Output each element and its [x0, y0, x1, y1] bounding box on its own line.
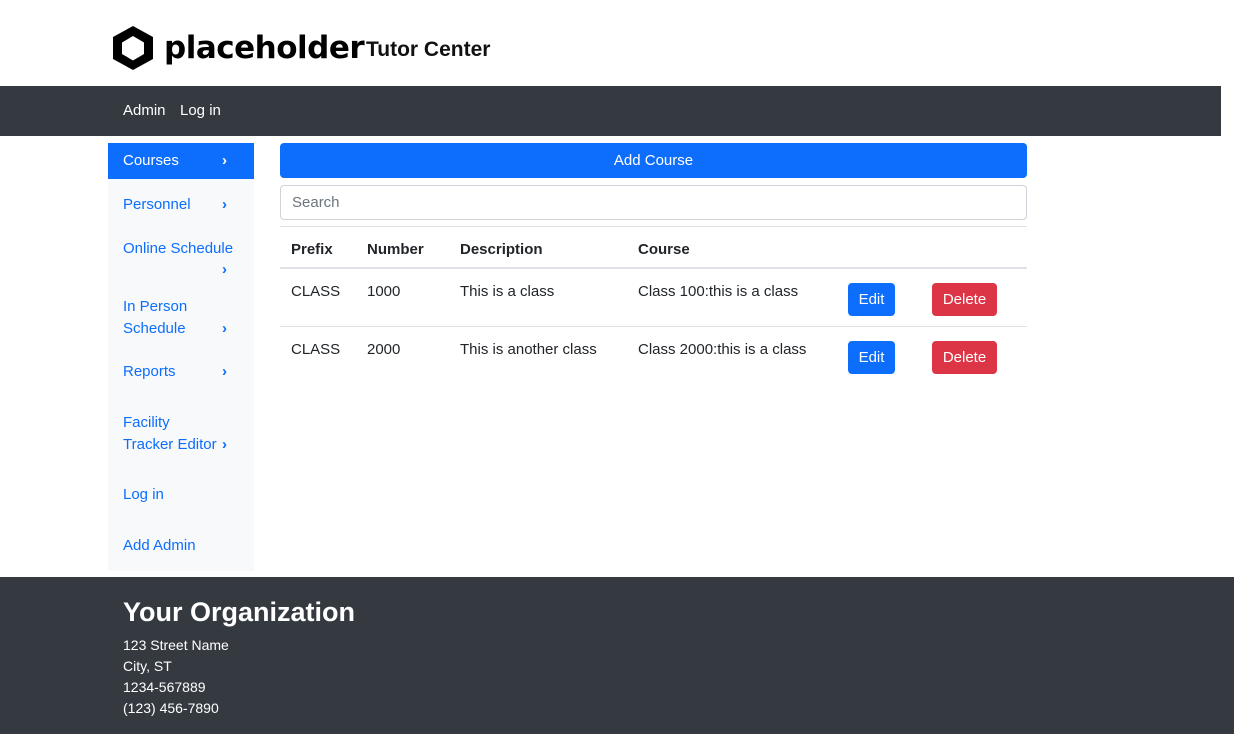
- sidebar-item-label: In Person Schedule: [123, 298, 188, 337]
- sidebar-item-add-admin[interactable]: Add Admin: [108, 535, 254, 557]
- organization-name: Your Organization: [123, 597, 356, 627]
- logo-text: placeholder: [164, 30, 365, 66]
- cell-prefix: CLASS: [291, 341, 341, 358]
- nav-link-login[interactable]: Log in: [180, 101, 221, 121]
- chevron-right-icon: ›: [222, 320, 227, 337]
- logo[interactable]: placeholder: [108, 24, 365, 72]
- column-header-number: Number: [367, 241, 424, 258]
- chevron-right-icon: ›: [222, 363, 227, 380]
- sidebar-item-in-person-schedule[interactable]: In Person Schedule ›: [108, 296, 227, 340]
- sidebar-item-label: Log in: [123, 486, 164, 503]
- sidebar-item-label: Reports: [123, 363, 176, 380]
- sidebar-item-personnel[interactable]: Personnel ›: [108, 194, 254, 216]
- sidebar-item-reports[interactable]: Reports ›: [108, 361, 254, 383]
- chevron-right-icon: ›: [222, 152, 227, 169]
- address-line-city: City, ST: [123, 658, 172, 674]
- table-row: CLASS 2000 This is another class Class 2…: [280, 326, 1027, 383]
- cell-course: Class 100:this is a class: [638, 283, 799, 300]
- top-navbar: Admin Log in: [0, 86, 1221, 136]
- cell-description: This is a class: [460, 283, 555, 300]
- sidebar-item-label: Add Admin: [123, 537, 196, 554]
- table-header-row: Prefix Number Description Course: [280, 226, 1027, 269]
- table-row: CLASS 1000 This is a class Class 100:thi…: [280, 269, 1027, 326]
- address-line-number: 1234-567889: [123, 679, 206, 695]
- cell-description: This is another class: [460, 341, 597, 358]
- nav-link-admin[interactable]: Admin: [123, 101, 166, 121]
- sidebar-item-label: Personnel: [123, 196, 191, 213]
- column-header-course: Course: [638, 241, 690, 258]
- edit-button[interactable]: Edit: [848, 341, 895, 374]
- chevron-right-icon: ›: [222, 261, 227, 278]
- sidebar-item-login[interactable]: Log in: [108, 484, 254, 506]
- courses-table: Prefix Number Description Course CLASS 1…: [280, 226, 1027, 383]
- chevron-right-icon: ›: [222, 196, 227, 213]
- delete-button[interactable]: Delete: [932, 283, 997, 316]
- site-footer: Your Organization 123 Street Name City, …: [0, 577, 1234, 734]
- delete-button[interactable]: Delete: [932, 341, 997, 374]
- edit-button[interactable]: Edit: [848, 283, 895, 316]
- sidebar-item-label: Facility Tracker Editor: [123, 414, 217, 453]
- sidebar: Courses › Personnel › Online Schedule › …: [108, 143, 254, 571]
- add-course-button[interactable]: Add Course: [280, 143, 1027, 178]
- column-header-description: Description: [460, 241, 543, 258]
- column-header-prefix: Prefix: [291, 241, 333, 258]
- sidebar-item-label: Courses: [123, 152, 179, 169]
- sidebar-item-online-schedule[interactable]: Online Schedule ›: [108, 238, 254, 282]
- address-line-street: 123 Street Name: [123, 637, 229, 653]
- site-title: Tutor Center: [366, 38, 491, 61]
- sidebar-item-courses[interactable]: Courses ›: [108, 143, 254, 179]
- phone-number: (123) 456-7890: [123, 700, 219, 716]
- cell-course: Class 2000:this is a class: [638, 341, 807, 358]
- site-header: placeholder Tutor Center: [0, 0, 1234, 86]
- search-input[interactable]: [280, 185, 1027, 220]
- cell-number: 1000: [367, 283, 401, 300]
- hexagon-logo-icon: [113, 26, 153, 70]
- chevron-right-icon: ›: [222, 436, 227, 453]
- sidebar-item-facility-tracker-editor[interactable]: Facility Tracker Editor ›: [108, 412, 227, 456]
- cell-number: 2000: [367, 341, 401, 358]
- sidebar-item-label: Online Schedule: [123, 240, 234, 257]
- cell-prefix: CLASS: [291, 283, 341, 300]
